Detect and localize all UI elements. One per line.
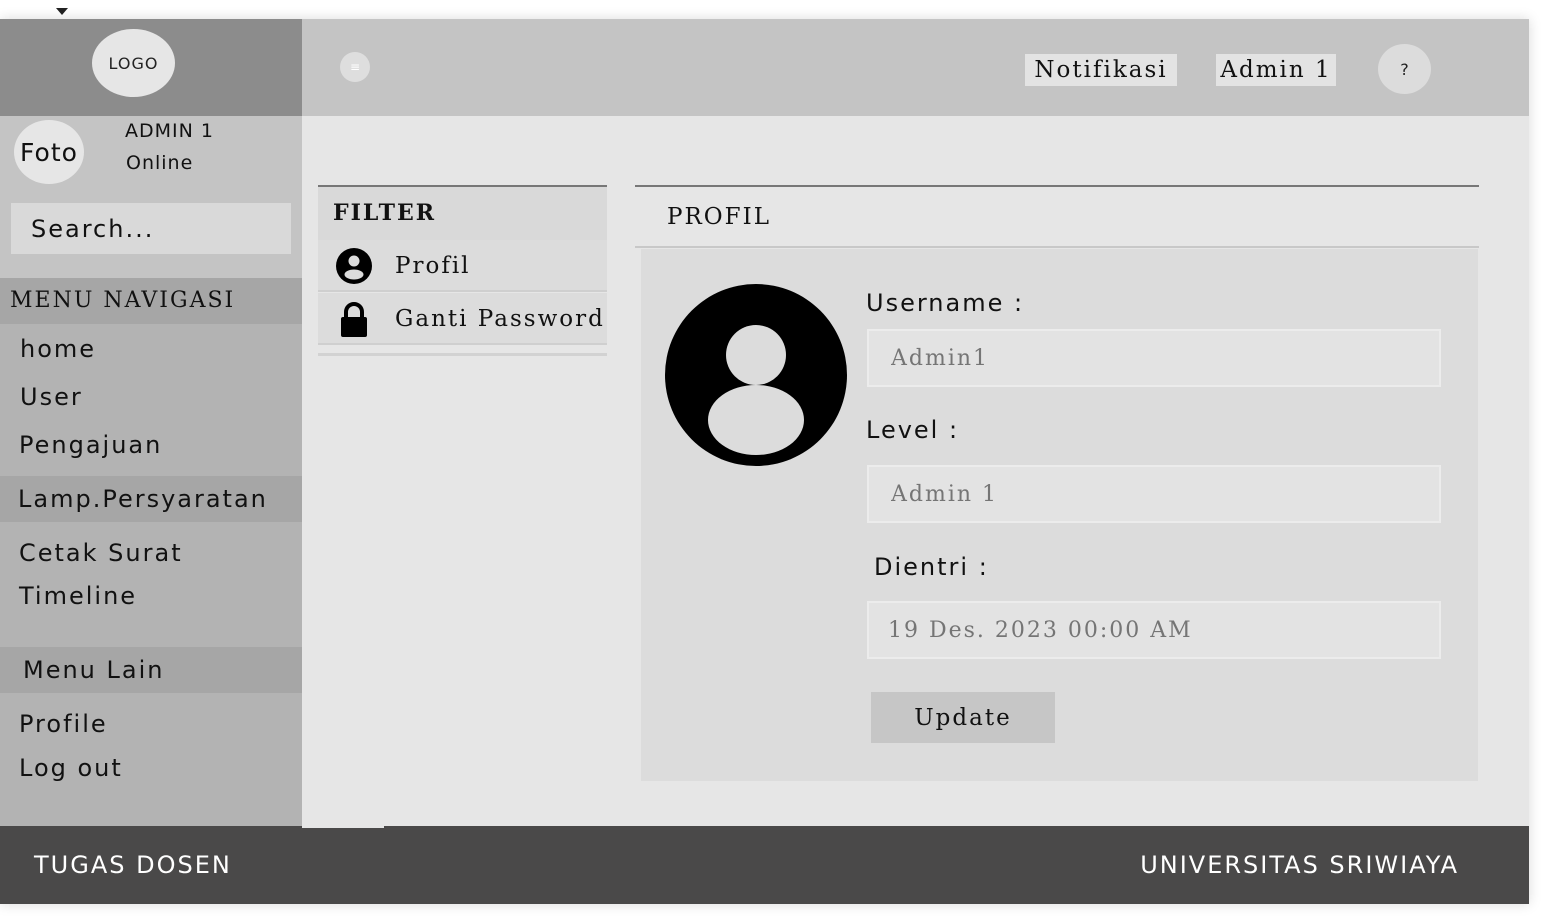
sidebar-item-home[interactable]: home — [20, 335, 96, 363]
profile-form: Username : Level : Dientri : Update — [641, 249, 1478, 781]
filter-item-ganti-password[interactable]: Ganti Password — [318, 293, 607, 345]
sidebar-item-profile[interactable]: Profile — [19, 710, 108, 738]
footer-right-text: UNIVERSITAS SRIWIAYA — [1140, 851, 1459, 879]
avatar[interactable]: Foto — [14, 120, 84, 184]
username-field[interactable] — [867, 329, 1441, 387]
notifications-button[interactable]: Notifikasi — [1025, 54, 1177, 86]
sidebar-item-cetak-surat[interactable]: Cetak Surat — [19, 539, 183, 567]
divider — [318, 353, 607, 356]
sidebar-item-logout[interactable]: Log out — [19, 754, 123, 782]
user-name: ADMIN 1 — [125, 120, 214, 142]
menu-toggle-button[interactable]: ≡ — [340, 52, 370, 82]
help-button[interactable]: ? — [1378, 44, 1431, 94]
sidebar-item-lamp-persyaratan[interactable]: Lamp.Persyaratan — [0, 476, 302, 522]
app-window: LOGO Foto ADMIN 1 Online MENU NAVIGASI h… — [0, 19, 1529, 904]
filter-panel: FILTER Profil Ganti Password — [318, 185, 607, 356]
nav-heading: MENU NAVIGASI — [0, 278, 302, 324]
search-input[interactable] — [11, 203, 291, 254]
sidebar-item-pengajuan[interactable]: Pengajuan — [19, 431, 162, 459]
filter-heading: FILTER — [318, 185, 607, 240]
sidebar-item-user[interactable]: User — [20, 383, 83, 411]
sidebar: LOGO Foto ADMIN 1 Online MENU NAVIGASI h… — [0, 19, 302, 826]
user-circle-icon — [336, 248, 372, 284]
other-menu-heading: Menu Lain — [0, 647, 302, 693]
profile-panel: PROFIL Username : Level : Dientri : Upda… — [635, 185, 1479, 782]
lock-icon — [341, 302, 367, 337]
hamburger-icon: ≡ — [349, 60, 361, 74]
divider — [302, 826, 384, 828]
topbar: ≡ Notifikasi Admin 1 ? — [302, 19, 1529, 116]
filter-item-label: Profil — [395, 253, 471, 279]
logo-bar: LOGO — [0, 19, 302, 116]
update-button[interactable]: Update — [871, 692, 1055, 743]
profile-heading: PROFIL — [635, 185, 1479, 248]
footer: TUGAS DOSEN UNIVERSITAS SRIWIAYA — [0, 826, 1529, 904]
sidebar-item-timeline[interactable]: Timeline — [19, 582, 137, 610]
filter-item-profil[interactable]: Profil — [318, 240, 607, 292]
logo[interactable]: LOGO — [92, 29, 175, 97]
username-label: Username : — [866, 289, 1025, 317]
filter-item-label: Ganti Password — [395, 306, 605, 332]
caret-down-icon — [56, 8, 68, 15]
footer-left-text: TUGAS DOSEN — [34, 851, 232, 879]
level-field[interactable] — [867, 465, 1441, 523]
entry-date-label: Dientri : — [874, 553, 989, 581]
user-status: Online — [126, 152, 194, 174]
entry-date-field[interactable] — [867, 601, 1441, 659]
level-label: Level : — [866, 416, 960, 444]
user-menu-button[interactable]: Admin 1 — [1216, 54, 1336, 86]
user-avatar-icon — [665, 284, 847, 466]
